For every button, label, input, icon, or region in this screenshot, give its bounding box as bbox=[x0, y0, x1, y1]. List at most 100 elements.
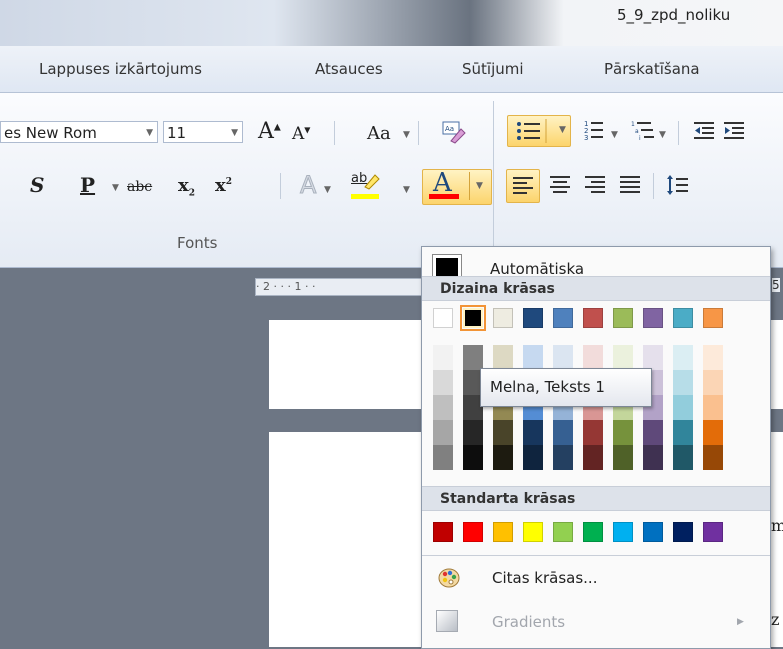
theme-shade-swatch[interactable] bbox=[613, 345, 633, 370]
theme-color-swatch[interactable] bbox=[643, 308, 663, 328]
standard-color-swatch[interactable] bbox=[643, 522, 663, 542]
font-size-combo[interactable]: 11 ▼ bbox=[163, 121, 243, 143]
theme-colors-heading: Dizaina krāsas bbox=[422, 276, 770, 301]
clear-formatting-button[interactable]: Aa bbox=[441, 119, 467, 145]
theme-shade-swatch[interactable] bbox=[523, 345, 543, 370]
grow-font-button[interactable]: A▲ bbox=[258, 121, 281, 143]
theme-shade-swatch[interactable] bbox=[673, 395, 693, 420]
theme-shade-swatch[interactable] bbox=[493, 345, 513, 370]
theme-shade-swatch[interactable] bbox=[463, 345, 483, 370]
theme-color-swatch[interactable] bbox=[673, 308, 693, 328]
justify-icon[interactable] bbox=[618, 173, 642, 197]
theme-shade-swatch[interactable] bbox=[643, 345, 663, 370]
line-spacing-icon[interactable] bbox=[666, 173, 690, 197]
superscript-button[interactable]: x2 bbox=[215, 177, 232, 195]
tab-mailings[interactable]: Sūtījumi bbox=[462, 60, 524, 78]
bullets-button[interactable]: ▼ bbox=[507, 115, 571, 147]
theme-shade-swatch[interactable] bbox=[433, 370, 453, 395]
theme-shade-swatch[interactable] bbox=[463, 445, 483, 470]
multilevel-list-icon[interactable]: 1 a i bbox=[630, 118, 656, 142]
theme-shade-swatch[interactable] bbox=[433, 420, 453, 445]
chevron-down-icon: ▼ bbox=[403, 130, 410, 140]
standard-color-swatch[interactable] bbox=[553, 522, 573, 542]
font-color-button[interactable]: A ▼ bbox=[422, 168, 492, 205]
theme-shade-swatch[interactable] bbox=[553, 345, 573, 370]
theme-shade-swatch[interactable] bbox=[493, 420, 513, 445]
subscript-button[interactable]: x2 bbox=[178, 177, 195, 199]
tab-review[interactable]: Pārskatīšana bbox=[604, 60, 700, 78]
theme-shade-swatch[interactable] bbox=[433, 345, 453, 370]
text-effects-button[interactable]: A bbox=[299, 173, 316, 198]
tab-page-layout[interactable]: Lappuses izkārtojums bbox=[39, 60, 202, 78]
theme-shade-swatch[interactable] bbox=[493, 445, 513, 470]
theme-color-swatch[interactable] bbox=[553, 308, 573, 328]
underline-button[interactable]: P bbox=[80, 175, 95, 195]
strikethrough-button[interactable]: abc bbox=[127, 180, 152, 194]
theme-shade-swatch[interactable] bbox=[583, 445, 603, 470]
theme-color-swatch[interactable] bbox=[460, 305, 486, 331]
standard-color-swatch[interactable] bbox=[613, 522, 633, 542]
chevron-down-icon: ▼ bbox=[403, 185, 410, 195]
theme-shade-swatch[interactable] bbox=[673, 445, 693, 470]
clear-formatting-icon: Aa bbox=[442, 121, 466, 144]
italic-bold-button[interactable]: S bbox=[30, 175, 44, 195]
theme-shade-swatch[interactable] bbox=[703, 345, 723, 370]
theme-shade-swatch[interactable] bbox=[433, 395, 453, 420]
theme-shade-swatch[interactable] bbox=[583, 420, 603, 445]
font-name-combo[interactable]: es New Rom ▼ bbox=[0, 121, 158, 143]
theme-color-swatch[interactable] bbox=[523, 308, 543, 328]
fonts-group-label: Fonts bbox=[177, 234, 218, 252]
theme-shade-swatch[interactable] bbox=[463, 420, 483, 445]
title-bar: 5_9_zpd_noliku bbox=[0, 0, 783, 46]
bullet-list-icon bbox=[517, 119, 547, 143]
shrink-font-button[interactable]: A▼ bbox=[292, 126, 310, 143]
theme-shade-swatch[interactable] bbox=[523, 445, 543, 470]
theme-color-swatch[interactable] bbox=[583, 308, 603, 328]
theme-shade-swatch[interactable] bbox=[703, 445, 723, 470]
standard-color-swatch[interactable] bbox=[433, 522, 453, 542]
theme-shade-swatch[interactable] bbox=[613, 445, 633, 470]
align-left-button[interactable] bbox=[506, 169, 540, 203]
theme-shade-swatch[interactable] bbox=[433, 445, 453, 470]
standard-color-swatch[interactable] bbox=[523, 522, 543, 542]
document-page-right: m z bbox=[770, 432, 783, 647]
theme-color-swatch[interactable] bbox=[613, 308, 633, 328]
theme-shade-swatch[interactable] bbox=[673, 370, 693, 395]
theme-color-swatch[interactable] bbox=[493, 308, 513, 328]
theme-shade-swatch[interactable] bbox=[703, 395, 723, 420]
decrease-indent-icon[interactable] bbox=[692, 118, 716, 142]
highlight-button[interactable]: ab bbox=[349, 169, 385, 201]
standard-color-swatch[interactable] bbox=[463, 522, 483, 542]
numbered-list-icon[interactable]: 1 2 3 bbox=[583, 118, 607, 142]
theme-shade-swatch[interactable] bbox=[613, 420, 633, 445]
theme-shade-swatch[interactable] bbox=[583, 345, 603, 370]
theme-shade-swatch[interactable] bbox=[643, 445, 663, 470]
standard-color-swatch[interactable] bbox=[703, 522, 723, 542]
standard-color-swatch[interactable] bbox=[493, 522, 513, 542]
separator bbox=[418, 121, 419, 145]
ruler: · 2 · · · 1 · · bbox=[255, 278, 422, 296]
gradients-label: Gradients bbox=[492, 613, 566, 631]
theme-shade-swatch[interactable] bbox=[673, 345, 693, 370]
theme-shade-swatch[interactable] bbox=[673, 420, 693, 445]
theme-color-swatch[interactable] bbox=[433, 308, 453, 328]
standard-color-swatch[interactable] bbox=[673, 522, 693, 542]
standard-color-swatch[interactable] bbox=[583, 522, 603, 542]
increase-indent-icon[interactable] bbox=[722, 118, 746, 142]
theme-shade-swatch[interactable] bbox=[553, 445, 573, 470]
align-right-icon[interactable] bbox=[583, 173, 607, 197]
align-center-icon[interactable] bbox=[548, 173, 572, 197]
highlight-color-bar bbox=[351, 194, 379, 199]
theme-color-swatch[interactable] bbox=[703, 308, 723, 328]
theme-shade-swatch[interactable] bbox=[523, 420, 543, 445]
theme-shade-swatch[interactable] bbox=[703, 370, 723, 395]
theme-shade-swatch[interactable] bbox=[553, 420, 573, 445]
more-colors-item[interactable]: Citas krāsas... bbox=[422, 561, 770, 595]
change-case-button[interactable]: Aa bbox=[367, 125, 391, 143]
theme-shade-swatch[interactable] bbox=[703, 420, 723, 445]
tab-references[interactable]: Atsauces bbox=[315, 60, 383, 78]
gradients-item[interactable]: Gradients ▶ bbox=[422, 605, 770, 639]
theme-shade-swatch[interactable] bbox=[643, 420, 663, 445]
chevron-down-icon: ▼ bbox=[659, 130, 666, 140]
separator bbox=[678, 121, 679, 145]
